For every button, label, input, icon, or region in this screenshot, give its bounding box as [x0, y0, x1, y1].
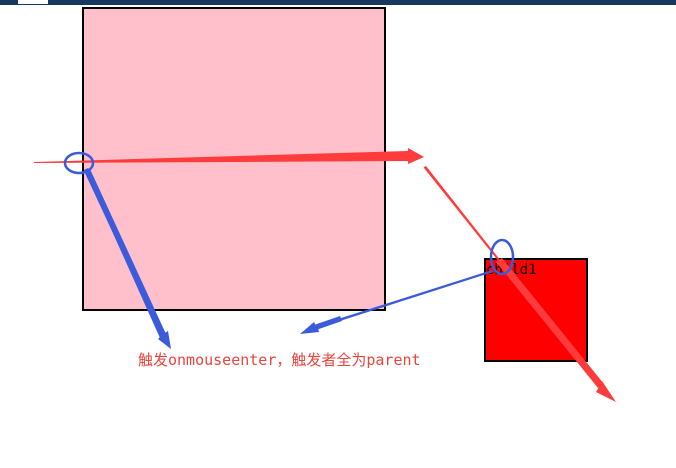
- child-label: child1: [486, 262, 537, 278]
- caption-text: 触发onmouseenter，触发者全为parent: [138, 351, 421, 369]
- slide-canvas: child1 触发onmouseenter，触发者全为parent: [0, 0, 676, 468]
- top-bar-notch: [18, 0, 48, 4]
- parent-box: [82, 7, 386, 311]
- top-bar: [0, 0, 676, 5]
- blue-arrow-icon: [314, 316, 342, 330]
